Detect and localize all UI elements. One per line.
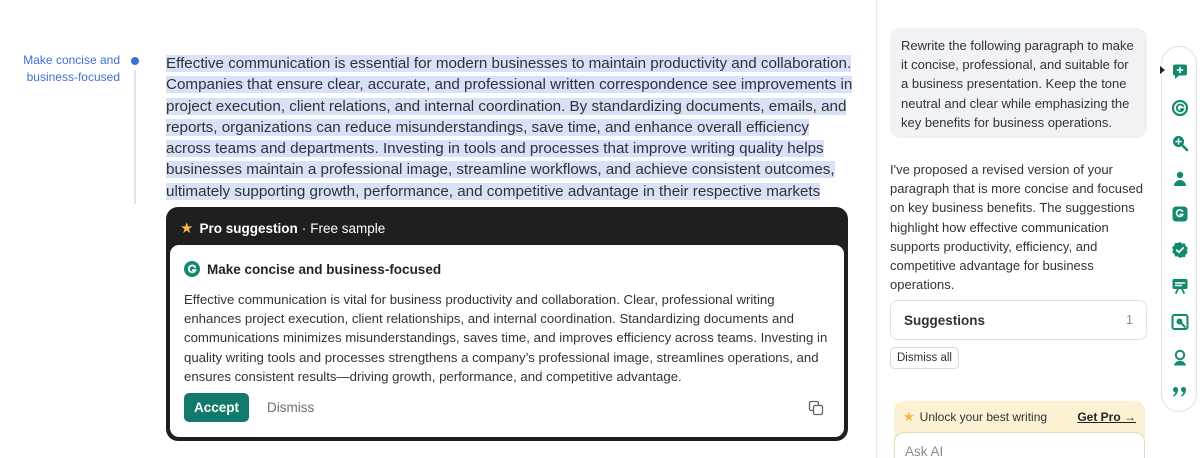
pro-suggestion-card: ★ Pro suggestion · Free sample Make conc… [166, 207, 848, 441]
verified-check-icon[interactable] [1170, 240, 1190, 260]
header-separator: · [301, 220, 307, 236]
chat-plus-icon[interactable] [1170, 62, 1190, 82]
quote-icon[interactable] [1170, 383, 1190, 403]
annotation-line [134, 70, 136, 204]
document-body[interactable]: Effective communication is essential for… [166, 53, 856, 202]
suggestion-title-text: Make concise and business-focused [207, 261, 442, 277]
card-header: ★ Pro suggestion · Free sample [180, 219, 385, 237]
ask-ai-input[interactable]: Ask AI [894, 432, 1145, 458]
grammarly-logo-icon [184, 261, 200, 277]
copy-icon[interactable] [808, 400, 824, 416]
search-zoom-icon[interactable] [1170, 133, 1190, 153]
star-icon: ★ [903, 409, 915, 424]
app-root: Make concise and business-focused Effect… [0, 0, 1200, 458]
dismiss-all-button[interactable]: Dismiss all [890, 347, 959, 369]
assistant-panel: Rewrite the following paragraph to make … [876, 0, 1158, 458]
presentation-icon[interactable] [1170, 276, 1190, 296]
get-pro-link[interactable]: Get Pro → [1077, 410, 1136, 424]
grammarly-g-icon[interactable] [1170, 98, 1190, 118]
suggestion-text: Effective communication is vital for bus… [184, 292, 828, 384]
free-sample-label: Free sample [310, 220, 386, 236]
suggestion-annotation-label[interactable]: Make concise and business-focused [20, 52, 120, 86]
annotation-dot [131, 57, 139, 65]
suggestion-title: Make concise and business-focused [184, 261, 441, 277]
active-indicator-icon [1160, 66, 1165, 74]
pro-suggestion-label: Pro suggestion [199, 220, 298, 236]
tool-rail [1160, 46, 1197, 412]
rewrite-icon[interactable] [1170, 204, 1190, 224]
suggestion-content: Make concise and business-focused Effect… [170, 245, 844, 437]
star-icon: ★ [180, 220, 194, 237]
unlock-label: Unlock your best writing [919, 410, 1048, 424]
plagiarism-icon[interactable] [1170, 312, 1190, 332]
upgrade-row: ★ Unlock your best writing Get Pro → [903, 409, 1136, 425]
dismiss-button[interactable]: Dismiss [258, 393, 323, 422]
upgrade-box: ★ Unlock your best writing Get Pro → Ask… [894, 401, 1145, 458]
suggestions-label: Suggestions [904, 312, 986, 328]
assistant-reply: I've proposed a revised version of your … [890, 162, 1143, 293]
user-badge-icon[interactable] [1170, 348, 1190, 368]
suggestions-count: 1 [1126, 313, 1133, 327]
user-prompt-bubble: Rewrite the following paragraph to make … [890, 28, 1147, 138]
accept-button[interactable]: Accept [184, 393, 249, 422]
person-icon[interactable] [1170, 169, 1190, 189]
highlighted-paragraph[interactable]: Effective communication is essential for… [166, 55, 853, 200]
suggestions-panel-button[interactable]: Suggestions 1 [890, 300, 1147, 340]
